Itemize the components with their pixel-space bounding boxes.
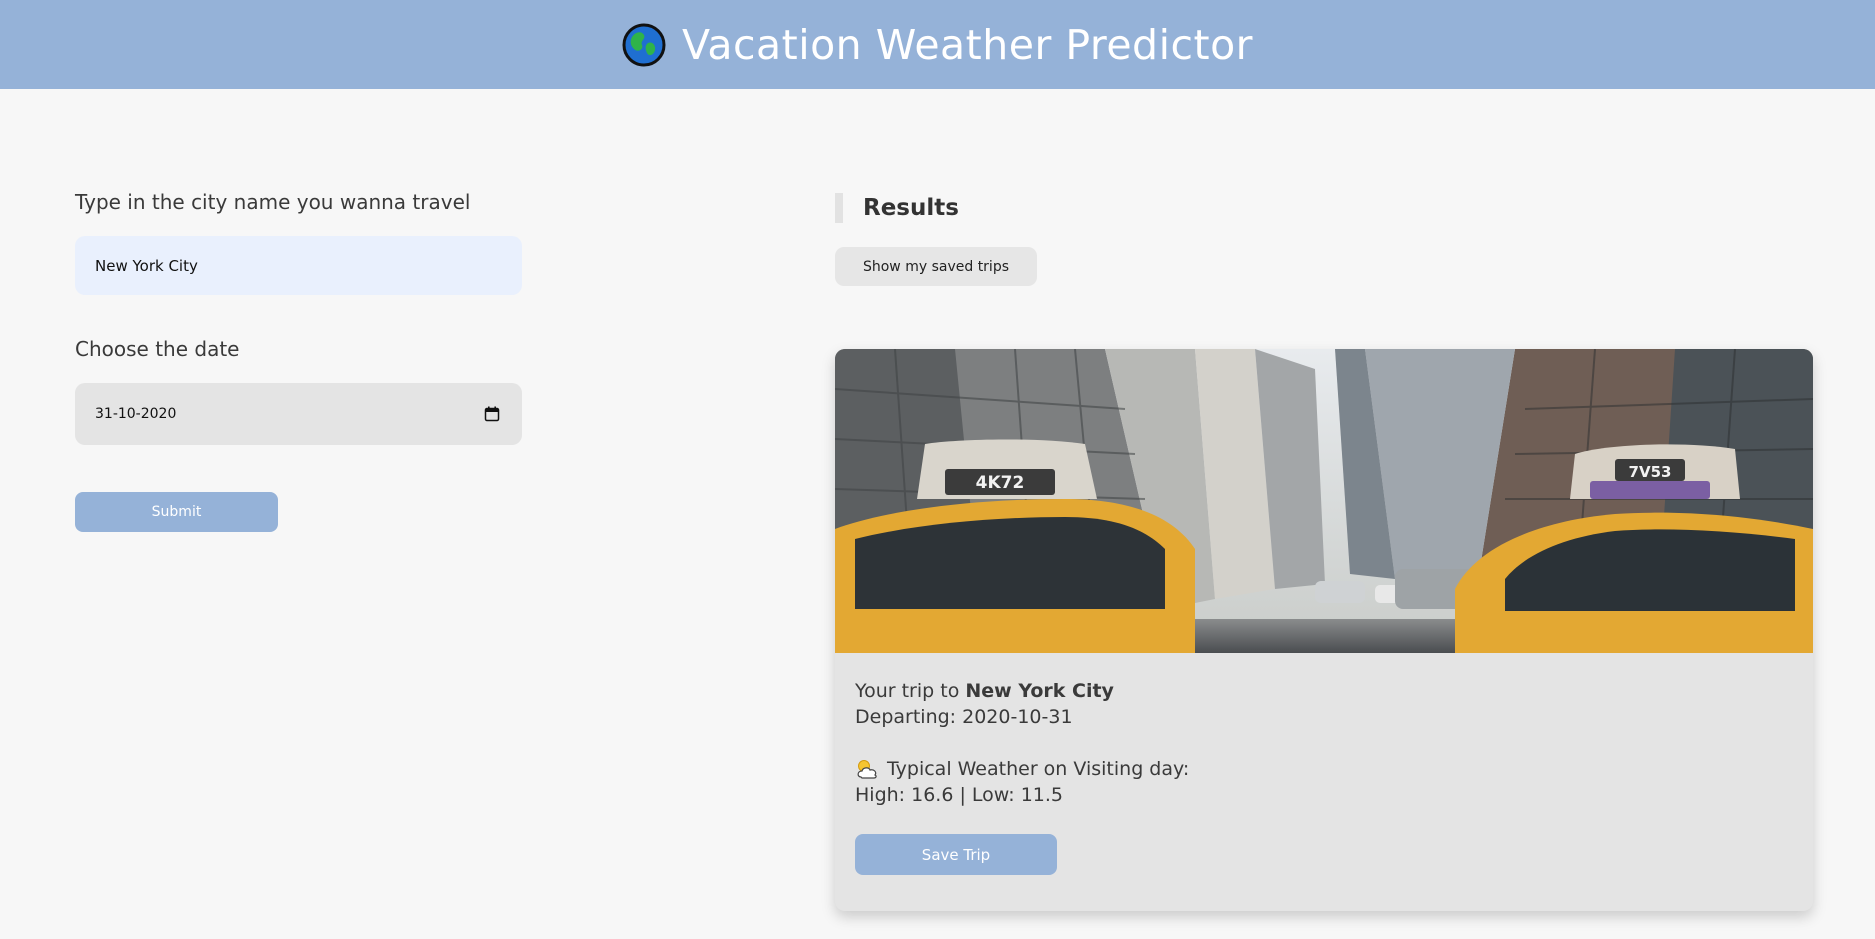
results-heading: Results <box>835 193 1813 223</box>
save-trip-button[interactable]: Save Trip <box>855 834 1057 875</box>
results-title: Results <box>863 195 959 221</box>
taxi-left-number: 4K72 <box>976 473 1025 493</box>
city-label: Type in the city name you wanna travel <box>75 190 471 214</box>
header-title-group: Vacation Weather Predictor <box>622 21 1253 69</box>
date-value: 31-10-2020 <box>95 406 177 422</box>
calendar-icon[interactable] <box>484 406 500 422</box>
show-saved-trips-button[interactable]: Show my saved trips <box>835 247 1037 286</box>
weather-heading-line: Typical Weather on Visiting day: <box>855 756 1793 782</box>
date-label: Choose the date <box>75 337 240 361</box>
results-accent-bar <box>835 193 843 223</box>
app-header: Vacation Weather Predictor <box>0 0 1875 89</box>
high-low-temperature: High: 16.6 | Low: 11.5 <box>855 784 1064 806</box>
partly-cloudy-icon <box>855 758 879 780</box>
departing-date: Departing: 2020-10-31 <box>855 706 1073 728</box>
trip-destination: Your trip to New York City <box>855 678 1793 704</box>
submit-button[interactable]: Submit <box>75 492 278 532</box>
city-input[interactable] <box>75 236 522 295</box>
trip-prefix: Your trip to <box>855 680 960 702</box>
globe-icon <box>622 23 666 67</box>
trip-details: Your trip to New York City Departing: 20… <box>835 653 1813 875</box>
trip-form: Type in the city name you wanna travel C… <box>75 190 522 532</box>
taxi-right-number: 7V53 <box>1629 463 1672 481</box>
weather-heading: Typical Weather on Visiting day: <box>887 758 1190 780</box>
trip-city: New York City <box>965 680 1114 702</box>
results-section: Results Show my saved trips <box>835 193 1813 286</box>
app-title: Vacation Weather Predictor <box>681 20 1254 69</box>
trip-card: 4K72 7V53 Your trip to New York City Dep… <box>835 349 1813 911</box>
date-input[interactable]: 31-10-2020 <box>75 383 522 445</box>
city-photo: 4K72 7V53 <box>835 349 1813 653</box>
